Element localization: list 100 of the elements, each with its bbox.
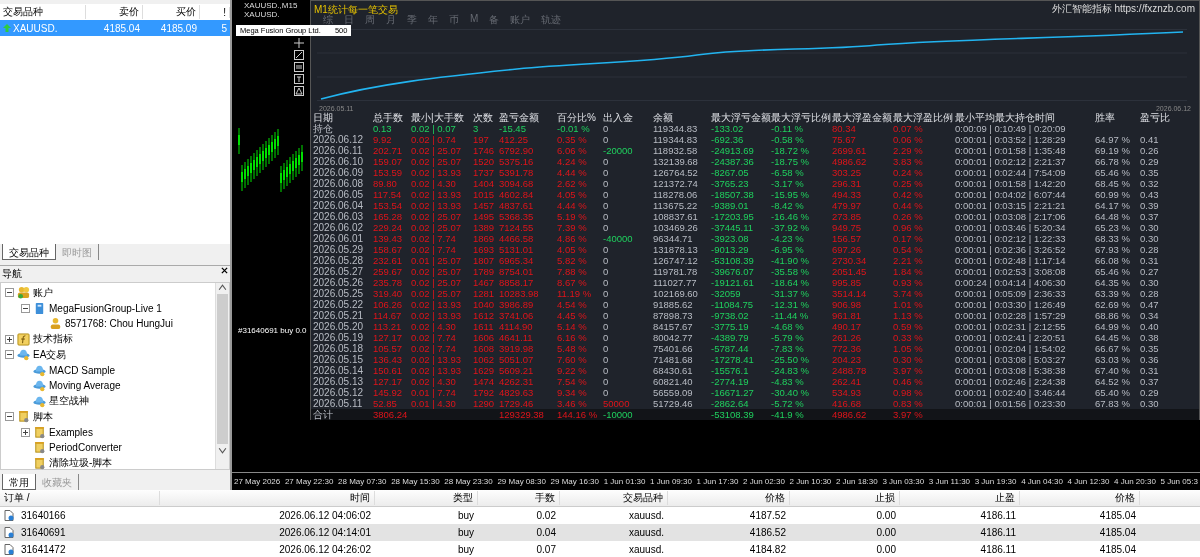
axis-label: 4 Jun 12:30	[1067, 477, 1110, 486]
table-cell-text: 0	[603, 200, 610, 211]
table-cell-text: 144.16 %	[557, 409, 599, 420]
table-cell-text: 67.40 %	[1095, 365, 1131, 376]
column-header[interactable]: 交易品种	[560, 490, 668, 505]
expand-toggle[interactable]	[5, 334, 14, 344]
table-cell-text: 2026.06.12 04:26:02	[278, 544, 372, 555]
tree-item[interactable]: 8571768: Chou HungJui	[65, 318, 173, 330]
table-cell-text: 1467	[473, 277, 496, 288]
collapse-toggle[interactable]	[5, 288, 14, 298]
table-cell-text: 67.93 %	[1095, 244, 1131, 255]
table-cell-text: 150.61	[373, 365, 404, 376]
table-cell-text: buy	[456, 544, 475, 555]
column-header[interactable]: 订单 /	[0, 490, 160, 505]
tree-item[interactable]: MegaFusionGroup-Live 1	[49, 302, 162, 314]
table-cell-text: 0:00:01 | 0:02:46 | 2:24:38	[955, 376, 1067, 387]
table-cell-text: 153.59	[373, 167, 404, 178]
scroll-up-icon[interactable]	[218, 283, 227, 292]
table-cell-text: 126764.52	[653, 167, 699, 178]
table-cell-text: -53108.39	[711, 255, 755, 266]
table-cell-text: 0.29	[1140, 156, 1160, 167]
tree-item[interactable]: 星空战神	[49, 394, 89, 409]
table-cell-text: 0:00:01 | 0:03:08 | 2:17:06	[955, 211, 1067, 222]
tree-item[interactable]: MACD Sample	[49, 364, 116, 376]
column-header[interactable]: 时间	[160, 490, 375, 505]
table-cell-text: 1611	[473, 321, 495, 332]
table-cell-text: 0	[603, 365, 610, 376]
axis-label: 1 Jun 09:30	[650, 477, 692, 486]
collapse-toggle[interactable]	[5, 350, 14, 360]
column-header: 最小平均最大持仓时间	[955, 112, 1056, 123]
column-header[interactable]: 类型	[375, 490, 478, 505]
table-cell-text: -6.95 %	[771, 244, 805, 255]
panel-tab[interactable]: 交易品种	[2, 244, 56, 260]
panel-tab[interactable]: 常用	[2, 474, 36, 490]
table-cell-text: 1792	[473, 387, 496, 398]
column-header[interactable]: 手数	[478, 490, 560, 505]
table-cell-text: 66.67 %	[1095, 343, 1131, 354]
crosshair-icon[interactable]	[294, 38, 304, 48]
table-cell-text: 2.29 %	[893, 145, 924, 156]
order-icon	[4, 510, 14, 521]
shape-tool-icon[interactable]	[294, 86, 304, 96]
tree-item[interactable]: Moving Average	[49, 380, 121, 392]
tree-item[interactable]: 技术指标	[33, 332, 73, 347]
table-cell-text: 4466.58	[499, 233, 535, 244]
axis-label: 2 Jun 02:30	[743, 477, 785, 486]
tree-item[interactable]: Examples	[49, 426, 93, 438]
table-cell-text: 11.19 %	[557, 288, 593, 299]
table-cell-text: 0.02	[535, 510, 557, 521]
collapse-toggle[interactable]	[5, 412, 14, 422]
table-cell-text: 165.28	[373, 211, 404, 222]
line-tool-icon[interactable]	[294, 50, 304, 60]
axis-label: 27 May 2026	[234, 477, 281, 486]
scrollbar[interactable]	[215, 283, 229, 469]
table-cell-text: 5.19 %	[557, 211, 588, 222]
table-cell-text: 63.03 %	[1095, 354, 1131, 365]
column-header: 百分比%	[557, 112, 597, 123]
tree-item[interactable]: EA交易	[33, 347, 67, 362]
scroll-down-icon[interactable]	[218, 446, 227, 455]
table-cell-text: 5051.07	[499, 354, 535, 365]
table-cell-text: 5391.78	[499, 167, 535, 178]
close-icon[interactable]	[221, 267, 228, 274]
tree-item[interactable]: 脚本	[33, 409, 53, 424]
grid-tool-icon[interactable]	[294, 62, 304, 72]
table-cell-text: 3.74 %	[893, 288, 924, 299]
table-cell-text: 68.33 %	[1095, 233, 1131, 244]
table-cell-text: 0.00	[875, 527, 897, 538]
table-cell-text: 4186.11	[979, 527, 1017, 538]
table-cell-text: 126747.12	[653, 255, 699, 266]
table-cell-text: -5.72 %	[771, 398, 805, 409]
expand-toggle[interactable]	[21, 427, 30, 437]
site-link[interactable]: 外汇智能指标 https://fxznzb.com	[1051, 2, 1195, 16]
tree-item[interactable]: PeriodConverter	[49, 442, 122, 454]
scroll-icon	[17, 410, 30, 424]
tree-item[interactable]: 账户	[33, 285, 53, 300]
collapse-toggle[interactable]	[21, 303, 30, 313]
table-cell-text: -30.40 %	[771, 387, 811, 398]
table-cell-text: 1746	[473, 145, 496, 156]
table-cell-text: 65.40 %	[1095, 387, 1131, 398]
table-cell-text: 0.37	[1140, 211, 1160, 222]
table-cell-text: 0	[603, 123, 610, 134]
table-cell-text: 0.02 | 25.07	[411, 277, 462, 288]
column-header[interactable]: 交易品种	[0, 5, 86, 19]
column-header[interactable]: 价格	[668, 490, 790, 505]
table-cell-text: -11084.75	[711, 299, 755, 310]
table-cell-text: -9389.01	[711, 200, 750, 211]
table-cell-text: 0.27	[1140, 266, 1160, 277]
table-cell-text: 3.46 %	[557, 398, 588, 409]
table-cell-text: 129329.38	[499, 409, 545, 420]
table-cell-text: 0.46 %	[893, 376, 924, 387]
column-header[interactable]: 价格	[1020, 490, 1140, 505]
table-cell-text: 75.67	[832, 134, 857, 145]
column-header[interactable]: 止盈	[900, 490, 1020, 505]
tree-item[interactable]: 清除垃圾-脚本	[49, 456, 113, 471]
table-cell-text: 1.84 %	[893, 266, 924, 277]
column-header[interactable]: 止损	[790, 490, 900, 505]
table-cell-text: 4.45 %	[557, 310, 588, 321]
table-cell-text: 273.85	[832, 211, 863, 222]
text-tool-icon[interactable]	[294, 74, 304, 84]
table-cell-text: 0.26 %	[893, 211, 924, 222]
table-cell-text: 153.54	[373, 200, 404, 211]
